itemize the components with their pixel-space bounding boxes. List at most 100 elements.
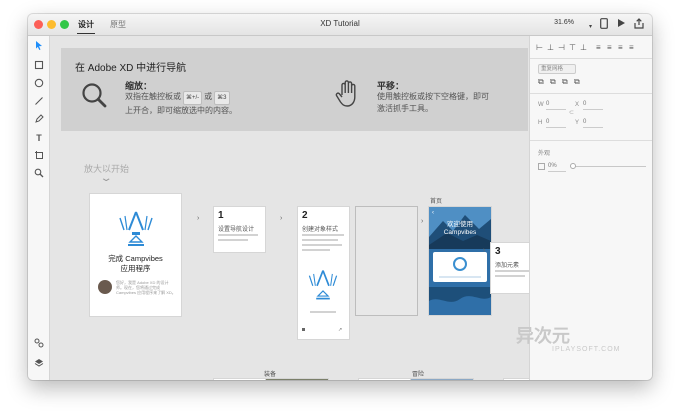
title-bar: 设计 原型 XD Tutorial 31.6% ▾ (28, 14, 652, 36)
banner-title: 在 Adobe XD 中进行导航 (75, 63, 187, 74)
intro-card-body: 您好，我是 Adobe XD 的设计师。现在，您将通过完成 Campvibes … (116, 280, 176, 295)
align-left-icon[interactable]: ⊢ (536, 44, 544, 52)
zoom-shortcut-key: ⌘+/- (183, 91, 203, 105)
pan-hint-line2: 激活抓手工具。 (377, 104, 433, 113)
align-right-icon[interactable]: ⊣ (558, 44, 566, 52)
boolean-exclude-icon[interactable]: ⧉ (574, 78, 582, 86)
arrow-icon: ↗ (338, 327, 343, 333)
phone-footer-landscape (429, 287, 491, 315)
share-icon[interactable] (634, 18, 644, 33)
x-label: X (575, 102, 580, 108)
opacity-field[interactable]: 0% (548, 161, 566, 172)
gear-artboard-label: 装备 (264, 372, 277, 378)
x-field[interactable]: 0 (583, 99, 603, 110)
flow-arrow: › (197, 215, 200, 222)
artboard-5[interactable]: 5 (214, 379, 265, 380)
campvibes-logo-icon (308, 270, 338, 300)
align-top-icon[interactable]: ⊤ (569, 44, 577, 52)
tools-panel: T (28, 36, 50, 380)
phone-brand-text: Campvibes (443, 229, 477, 236)
y-label: Y (575, 120, 580, 126)
play-icon[interactable] (617, 18, 626, 32)
align-middle-icon[interactable]: ⊥ (580, 44, 588, 52)
artboard-3[interactable]: 3 添加元素 (491, 243, 529, 293)
phone-divider (439, 276, 481, 278)
opacity-slider-track[interactable] (572, 166, 646, 167)
artboard-caption: 创建对象样式 (302, 227, 339, 233)
align-center-icon[interactable]: ⊥ (547, 44, 555, 52)
artboard-2[interactable]: 2 创建对象样式 ↗ (298, 207, 349, 339)
artboard-1[interactable]: 1 设置导航设计 (214, 207, 265, 252)
text-placeholder (495, 275, 525, 277)
text-placeholder (302, 239, 338, 241)
intro-card-title: 完成 Campvibes 应用程序 (90, 254, 181, 274)
divider (530, 93, 652, 94)
text-placeholder (218, 234, 258, 236)
device-preview-icon[interactable] (600, 18, 608, 33)
repeat-grid-label: 重复网格 (541, 66, 564, 72)
zoom-hint-or: 或 (204, 92, 213, 101)
avatar (98, 280, 112, 294)
boolean-subtract-icon[interactable]: ⧉ (550, 78, 558, 86)
magnifier-icon (82, 83, 107, 108)
chevron-down-icon[interactable]: ▾ (589, 21, 592, 33)
artboard-number: 1 (218, 210, 224, 221)
intro-title-line1: 完成 Campvibes (108, 254, 163, 263)
ellipse-tool-icon[interactable] (33, 78, 45, 90)
phone-header-text: 欢迎使用 (447, 221, 473, 228)
artboard-6[interactable]: 6 (359, 379, 410, 380)
text-tool-icon[interactable]: T (33, 132, 45, 144)
boolean-add-icon[interactable]: ⧉ (538, 78, 546, 86)
flow-arrow: › (280, 215, 283, 222)
distribute-icon[interactable]: ≡ (629, 44, 637, 52)
campvibes-logo-icon (119, 211, 153, 246)
pen-tool-icon[interactable] (33, 114, 45, 126)
artboard-tool-icon[interactable] (33, 150, 45, 162)
text-placeholder (302, 249, 330, 251)
artboard-caption: 添加元素 (495, 263, 520, 269)
nav-dot-icon (302, 328, 305, 331)
artboard-7[interactable]: 7 (504, 379, 529, 380)
height-label: H (538, 120, 543, 126)
watermark-logo: 异次元 (516, 326, 570, 346)
select-tool-icon[interactable] (33, 40, 45, 52)
zoom-level[interactable]: 31.6% (554, 19, 574, 26)
height-field[interactable]: 0 (546, 117, 566, 128)
flow-arrow: › (483, 247, 486, 254)
text-placeholder (302, 234, 344, 236)
chevron-down-icon: ⌄ (99, 173, 113, 184)
distribute-h-icon[interactable]: ≡ (596, 44, 604, 52)
opacity-slider-thumb[interactable] (570, 163, 576, 169)
pan-hint-text: 使用触控板或按下空格键，即可 激活抓手工具。 (377, 91, 527, 115)
home-screen-artboard[interactable]: 欢迎使用 Campvibes ‹ (429, 207, 491, 315)
divider (530, 140, 652, 141)
text-placeholder (310, 311, 336, 313)
distribute-v-icon[interactable]: ≡ (607, 44, 615, 52)
rectangle-tool-icon[interactable] (33, 60, 45, 72)
intro-title-line2: 应用程序 (120, 264, 151, 273)
flow-arrow: › (421, 218, 424, 225)
layers-icon[interactable] (33, 358, 45, 370)
gear-screen-artboard[interactable] (266, 379, 328, 380)
zoom-hint-line2: 上开合，即可缩放选中的内容。 (125, 106, 237, 115)
zoom-tool-icon[interactable] (33, 168, 45, 180)
hand-icon (335, 80, 356, 107)
symbols-icon[interactable] (33, 338, 45, 350)
adventure-screen-artboard[interactable] (411, 379, 473, 380)
zoom-hint-line1a: 双指在触控板或 (125, 92, 181, 101)
phone-card (433, 252, 487, 282)
lock-aspect-icon[interactable]: ⊂ (569, 109, 574, 116)
line-tool-icon[interactable] (33, 96, 45, 108)
watermark-url: IPLAYSOFT.COM (552, 346, 621, 353)
text-placeholder (218, 239, 248, 241)
distribute-icon[interactable]: ≡ (618, 44, 626, 52)
width-field[interactable]: 0 (546, 99, 566, 110)
adventure-artboard-label: 冒险 (412, 372, 425, 378)
empty-artboard[interactable] (356, 207, 417, 315)
design-canvas[interactable]: 在 Adobe XD 中进行导航 缩放： 双指在触控板或 ⌘+/- 或 ⌘3 上开合，… (50, 36, 529, 380)
text-placeholder (495, 270, 529, 272)
repeat-grid-button[interactable]: 重复网格 (538, 64, 576, 74)
boolean-intersect-icon[interactable]: ⧉ (562, 78, 570, 86)
intro-card[interactable]: 完成 Campvibes 应用程序 您好，我是 Adobe XD 的设计师。现在… (90, 194, 181, 316)
y-field[interactable]: 0 (583, 117, 603, 128)
